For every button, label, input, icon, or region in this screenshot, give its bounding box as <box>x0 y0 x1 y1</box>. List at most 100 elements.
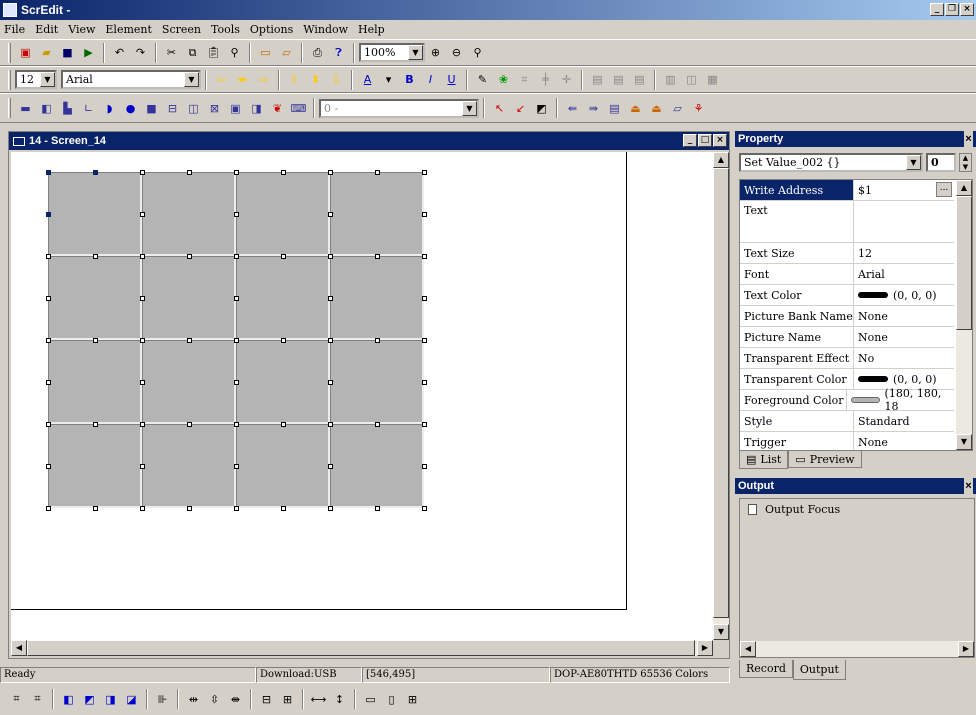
display-element-icon[interactable]: ◫ <box>185 100 202 117</box>
selection-handle[interactable] <box>46 254 51 259</box>
align-top-arrow-icon[interactable]: ⇧ <box>286 71 303 88</box>
property-close-icon[interactable]: × <box>964 131 973 147</box>
pointer-icon[interactable]: ↖ <box>491 100 508 117</box>
layout-left-icon[interactable]: ▤ <box>589 71 606 88</box>
dropdown-icon[interactable]: ▾ <box>380 71 397 88</box>
selection-handle[interactable] <box>328 296 333 301</box>
set-value-button[interactable] <box>142 172 236 256</box>
circle-element-icon[interactable]: ● <box>122 100 139 117</box>
prop-row[interactable]: Foreground Color (180, 180, 18 <box>740 387 954 413</box>
align-objects-icon[interactable]: ⌗ <box>516 71 533 88</box>
set-value-button[interactable] <box>236 256 330 340</box>
save-icon[interactable]: ■ <box>59 44 76 61</box>
set-value-button[interactable] <box>330 424 424 508</box>
selection-handle[interactable] <box>422 254 427 259</box>
space-v-icon[interactable]: ⇳ <box>206 691 223 708</box>
selection-handle[interactable] <box>46 464 51 469</box>
selection-handle[interactable] <box>422 296 427 301</box>
align-left-arrow-icon[interactable]: ⇦ <box>213 71 230 88</box>
selection-handle[interactable] <box>140 296 145 301</box>
object-spin[interactable]: 0 <box>926 153 956 172</box>
align-vcenter-icon[interactable]: ◪ <box>123 691 140 708</box>
minimize-button[interactable]: _ <box>930 3 944 16</box>
align-left-icon[interactable]: ◧ <box>60 691 77 708</box>
space-compact-icon[interactable]: ⇼ <box>227 691 244 708</box>
undo-icon[interactable]: ↶ <box>111 44 128 61</box>
selection-handle[interactable] <box>93 506 98 511</box>
tab-list[interactable]: ▤ List <box>739 451 789 469</box>
selection-handle[interactable] <box>140 422 145 427</box>
menu-screen[interactable]: Screen <box>162 23 201 36</box>
export-icon[interactable]: ▶ <box>80 44 97 61</box>
output-close-icon[interactable]: × <box>964 478 973 494</box>
menu-file[interactable]: File <box>4 23 25 36</box>
selection-handle[interactable] <box>93 170 98 175</box>
selection-handle[interactable] <box>93 422 98 427</box>
selection-handle[interactable] <box>422 422 427 427</box>
menu-help[interactable]: Help <box>358 23 385 36</box>
meter-element-icon[interactable]: ◧ <box>38 100 55 117</box>
grid-align-icon[interactable]: ⌗ <box>8 691 25 708</box>
selection-handle[interactable] <box>328 212 333 217</box>
screen-close-button[interactable]: × <box>713 134 727 147</box>
center-v-icon[interactable]: ⊞ <box>279 691 296 708</box>
menu-view[interactable]: View <box>68 23 95 36</box>
output-scroll-right[interactable]: ▶ <box>958 641 974 657</box>
button-element-icon[interactable]: ▬ <box>17 100 34 117</box>
selection-handle[interactable] <box>328 506 333 511</box>
align-middle-arrow-icon[interactable]: ⬍ <box>307 71 324 88</box>
cut-icon[interactable]: ✂ <box>163 44 180 61</box>
selection-handle[interactable] <box>422 170 427 175</box>
size-both-icon[interactable]: ⊞ <box>404 691 421 708</box>
selection-handle[interactable] <box>140 380 145 385</box>
same-height-icon[interactable]: ↕ <box>331 691 348 708</box>
selection-handle[interactable] <box>140 170 145 175</box>
size-h-icon[interactable]: ▭ <box>362 691 379 708</box>
screen-maximize-button[interactable]: □ <box>698 134 712 147</box>
pointer-select-icon[interactable]: ◩ <box>533 100 550 117</box>
menu-window[interactable]: Window <box>303 23 348 36</box>
selection-handle[interactable] <box>281 170 286 175</box>
center-h-icon[interactable]: ⊟ <box>258 691 275 708</box>
selection-handle[interactable] <box>46 506 51 511</box>
underline-icon[interactable]: U <box>443 71 460 88</box>
selection-handle[interactable] <box>187 338 192 343</box>
selection-handle[interactable] <box>46 338 51 343</box>
selection-handle[interactable] <box>46 422 51 427</box>
prop-scroll-thumb[interactable] <box>956 196 972 330</box>
screen-minimize-button[interactable]: _ <box>683 134 697 147</box>
vertical-scrollbar[interactable]: ▲ ▼ <box>713 152 729 640</box>
zoom-out-icon[interactable]: ⊖ <box>448 44 465 61</box>
prop-row[interactable]: Text <box>740 201 954 243</box>
bring-front-icon[interactable]: ⇚ <box>564 100 581 117</box>
align-hcenter-icon[interactable]: ◩ <box>81 691 98 708</box>
screen-open-icon[interactable]: ▱ <box>278 44 295 61</box>
design-canvas[interactable] <box>11 152 713 640</box>
set-value-button[interactable] <box>330 172 424 256</box>
output-scroll-left[interactable]: ◀ <box>740 641 756 657</box>
size-height-icon[interactable]: ◫ <box>683 71 700 88</box>
selection-handle[interactable] <box>93 254 98 259</box>
layout-center-icon[interactable]: ▤ <box>610 71 627 88</box>
line-element-icon[interactable]: ∟ <box>80 100 97 117</box>
menu-tools[interactable]: Tools <box>211 23 240 36</box>
set-value-button[interactable] <box>48 172 142 256</box>
prop-row[interactable]: Text Size 12 <box>740 243 954 264</box>
layout-right-icon[interactable]: ▤ <box>631 71 648 88</box>
tab-preview[interactable]: ▭ Preview <box>788 451 862 468</box>
align-right-arrow-icon[interactable]: ⇨ <box>255 71 272 88</box>
selection-handle[interactable] <box>281 254 286 259</box>
selection-handle[interactable] <box>187 506 192 511</box>
selection-handle[interactable] <box>281 338 286 343</box>
selection-handle[interactable] <box>234 422 239 427</box>
set-value-button[interactable] <box>330 340 424 424</box>
spin-arrows[interactable]: ▲ ▼ <box>959 153 972 172</box>
new-icon[interactable]: ▣ <box>17 44 34 61</box>
prop-row[interactable]: Style Standard <box>740 411 954 432</box>
selection-handle[interactable] <box>234 380 239 385</box>
font-size-select[interactable]: 12 ▼ <box>15 70 57 89</box>
keypad-element-icon[interactable]: ⌨ <box>290 100 307 117</box>
property-scrollbar[interactable]: ▲ ▼ <box>956 180 972 450</box>
selection-handle[interactable] <box>375 506 380 511</box>
horizontal-scrollbar[interactable]: ◀ ▶ <box>11 640 713 656</box>
